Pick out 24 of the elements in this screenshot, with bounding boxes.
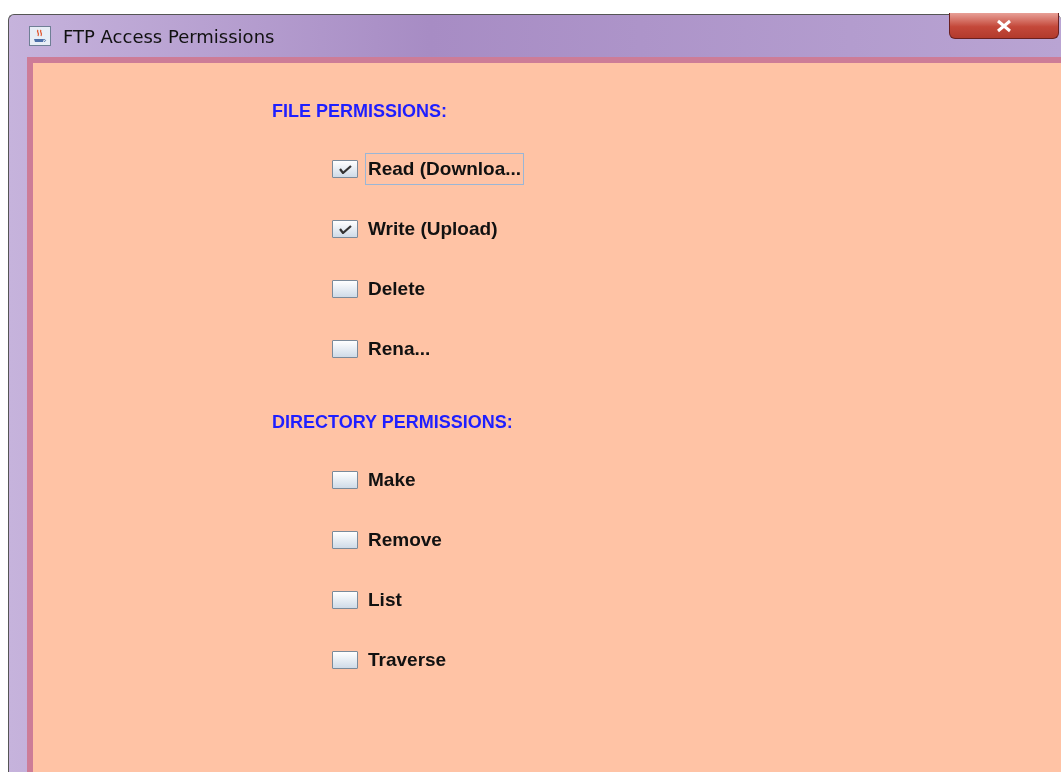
check-icon	[338, 164, 352, 174]
close-icon	[995, 18, 1013, 33]
check-icon	[338, 224, 352, 234]
close-button[interactable]	[949, 13, 1059, 39]
window-title: FTP Access Permissions	[63, 24, 275, 49]
checkbox-label[interactable]: Make	[365, 463, 419, 497]
checkbox[interactable]	[332, 340, 358, 358]
checkbox-label[interactable]: Remove	[365, 523, 445, 557]
coffee-cup-icon	[29, 26, 51, 46]
checkbox[interactable]	[332, 591, 358, 609]
section-heading: DIRECTORY PERMISSIONS:	[272, 411, 514, 434]
checkbox[interactable]	[332, 531, 358, 549]
checkbox-label[interactable]: Read (Downloa...	[365, 152, 525, 186]
checkbox-label[interactable]: Rena...	[365, 332, 434, 366]
checkbox[interactable]	[332, 280, 358, 298]
checkbox-label[interactable]: Delete	[365, 272, 429, 306]
checkbox[interactable]	[332, 651, 358, 669]
checkbox[interactable]	[332, 220, 358, 238]
section-heading: FILE PERMISSIONS:	[272, 100, 449, 123]
checkbox[interactable]	[332, 160, 358, 178]
checkbox-label[interactable]: Traverse	[365, 643, 450, 677]
checkbox-label[interactable]: List	[365, 583, 405, 617]
checkbox[interactable]	[332, 471, 358, 489]
checkbox-label[interactable]: Write (Upload)	[365, 212, 501, 246]
